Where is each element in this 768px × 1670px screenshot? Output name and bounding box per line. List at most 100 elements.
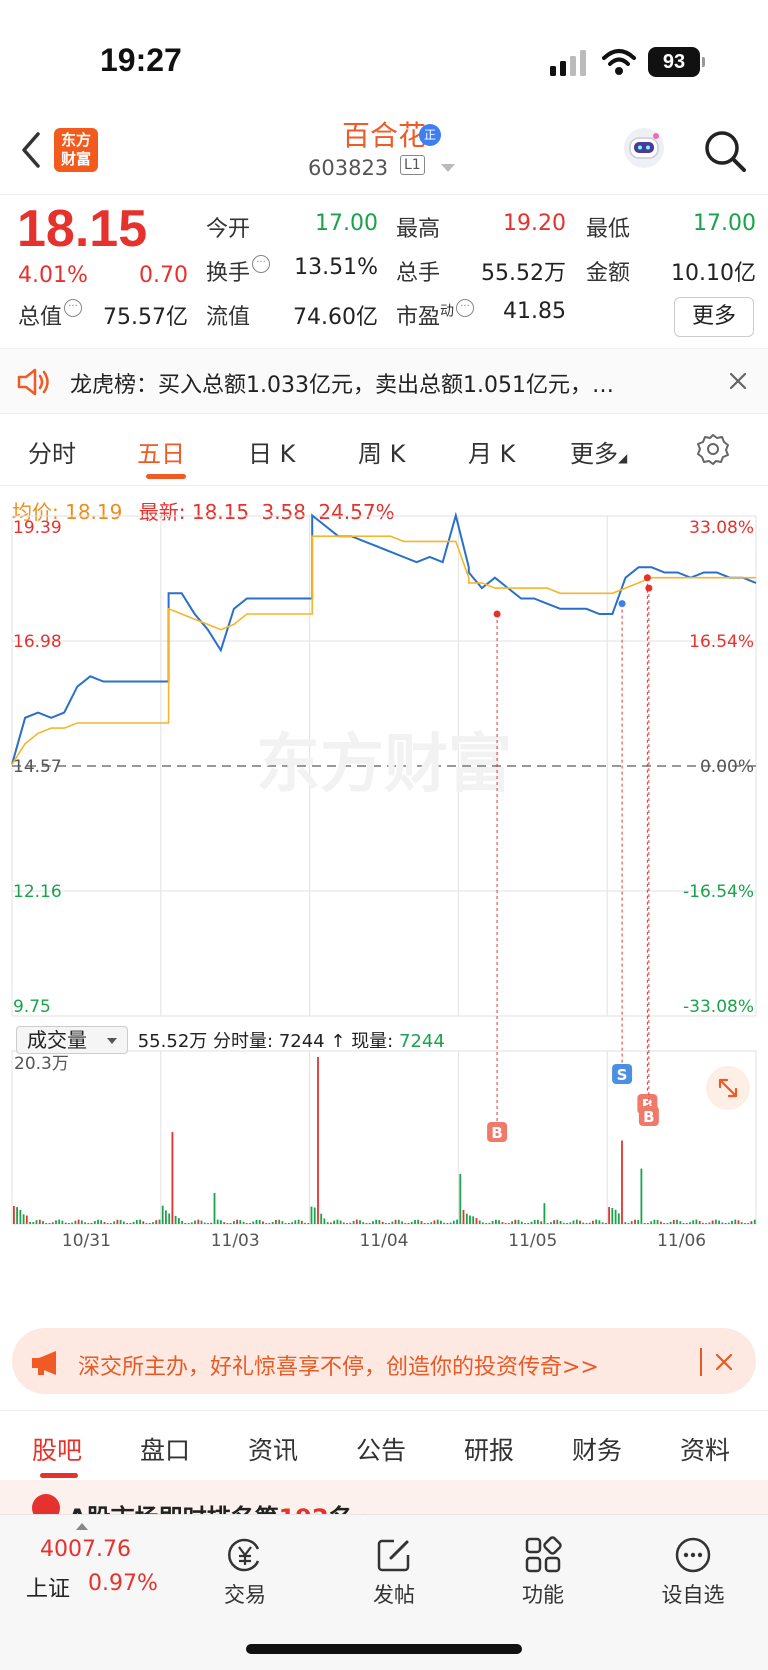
volume-bar [16, 1207, 18, 1224]
turnover-label-text: 换手 [206, 261, 251, 286]
volume-bar [68, 1223, 70, 1224]
index-value[interactable]: 4007.76 [40, 1537, 131, 1562]
tab-guba[interactable]: 股吧 [32, 1431, 82, 1467]
float-value: 74.60亿 [293, 305, 378, 330]
volume-bar [281, 1221, 284, 1224]
pe-value: 41.85 [503, 299, 566, 324]
watchlist-more-icon[interactable] [673, 1535, 713, 1575]
notice-bar[interactable]: 龙虎榜：买入总额1.033亿元，卖出总额1.051亿元，… [0, 348, 768, 414]
volume-bar [410, 1222, 413, 1224]
volume-bar [530, 1221, 533, 1224]
volume-bar [271, 1221, 274, 1224]
trade-yen-icon[interactable] [225, 1535, 265, 1575]
volume-bar [320, 1213, 323, 1224]
close-icon[interactable] [728, 371, 748, 391]
volume-bar [414, 1220, 416, 1224]
dock-functions[interactable]: 功能 [493, 1579, 593, 1609]
volume-indicator-select[interactable]: 成交量 [16, 1026, 128, 1054]
volume-bar [139, 1219, 141, 1224]
volume-bar [74, 1220, 77, 1224]
volume-bar [721, 1222, 724, 1224]
expand-button[interactable] [706, 1066, 750, 1110]
volume-bar [258, 1219, 261, 1224]
volume-bar [288, 1223, 290, 1224]
dock-trade[interactable]: 交易 [195, 1579, 295, 1609]
volume-bar [537, 1219, 539, 1224]
tab-weekly-k[interactable]: 周 K [358, 434, 405, 469]
index-name[interactable]: 上证 [26, 1571, 70, 1603]
settings-gear-icon[interactable] [696, 432, 730, 466]
pe-label-text: 市盈 [396, 305, 441, 330]
volume-bar [611, 1208, 614, 1224]
info-icon[interactable]: ··· [64, 299, 83, 317]
compose-post-icon[interactable] [374, 1535, 414, 1575]
volume-bar [148, 1223, 151, 1224]
tab-monthly-k[interactable]: 月 K [468, 434, 515, 469]
switch-caret-icon[interactable] [441, 164, 455, 172]
tab-more-caret-icon: ◢ [618, 451, 628, 465]
volume-bar [705, 1223, 707, 1224]
tab-news[interactable]: 资讯 [248, 1431, 298, 1467]
assistant-robot-icon[interactable] [620, 124, 668, 172]
last-price: 18.15 [17, 200, 148, 258]
tab-profile[interactable]: 资料 [680, 1431, 730, 1467]
volume-bar [666, 1223, 669, 1224]
functions-grid-icon[interactable] [523, 1535, 563, 1575]
volume-bar [32, 1222, 35, 1224]
tab-more[interactable]: 更多◢ [570, 434, 627, 469]
tab-research[interactable]: 研报 [464, 1431, 514, 1467]
mktcap-label: 总值 ··· [18, 299, 83, 331]
five-day-chart[interactable]: 均价: 18.19 最新: 18.15 3.58 24.57% 东方财富 19.3… [0, 486, 768, 1316]
more-button[interactable]: 更多 [674, 297, 754, 337]
tab-announcements[interactable]: 公告 [356, 1431, 406, 1467]
volume-bar [194, 1220, 196, 1224]
volume-bar [152, 1222, 154, 1224]
volume-bar [77, 1219, 80, 1224]
volume-bar [22, 1214, 25, 1224]
info-icon[interactable]: ··· [252, 255, 271, 273]
volume-bar [346, 1223, 348, 1224]
megaphone-icon [32, 1351, 56, 1375]
volume-bar [698, 1220, 701, 1224]
volume-bar [747, 1223, 750, 1224]
volume-info-bar: 成交量 55.52万 分时量: 7244 ↑ 现量: 7244 [16, 1026, 445, 1054]
volume-label: 总手 [396, 261, 441, 286]
info-icon[interactable]: ··· [456, 299, 475, 317]
y-tick-right: 16.54% [689, 632, 754, 652]
home-indicator [246, 1644, 522, 1654]
volume-bar [197, 1219, 200, 1224]
high-value: 19.20 [503, 211, 566, 236]
volume-bar [566, 1223, 568, 1224]
volume-bar [634, 1219, 636, 1224]
volume-bar [126, 1223, 128, 1224]
up-arrow: ↑ [330, 1031, 346, 1052]
change-percent: 4.01% [18, 263, 88, 288]
banner-close-icon[interactable] [714, 1352, 734, 1372]
cellular-signal-icon [550, 50, 586, 76]
promo-banner[interactable]: 深交所主办，好礼惊喜享不停，创造你的投资传奇>> [0, 1316, 768, 1410]
index-percent[interactable]: 0.97% [88, 1571, 158, 1596]
volume-bar [423, 1223, 426, 1224]
tab-pankou[interactable]: 盘口 [140, 1431, 190, 1467]
dock-post[interactable]: 发帖 [344, 1579, 444, 1609]
volume-bar [349, 1222, 352, 1224]
volume-bar [462, 1209, 465, 1224]
tab-finance[interactable]: 财务 [572, 1431, 622, 1467]
watermark: 东方财富 [256, 728, 512, 802]
volume-bar [420, 1221, 423, 1224]
volume-bar [97, 1219, 99, 1224]
volume-bar [100, 1220, 103, 1224]
volume-bar [262, 1221, 264, 1224]
volume-bar [233, 1221, 235, 1224]
dock-add-watchlist[interactable]: 设自选 [643, 1579, 743, 1609]
search-icon[interactable] [702, 128, 748, 174]
volume-bar [55, 1220, 57, 1224]
tab-five-day[interactable]: 五日 [137, 434, 185, 469]
volume-bar [200, 1220, 203, 1224]
level-badge[interactable]: L1 [400, 155, 425, 175]
battery-indicator: 93 [648, 47, 705, 77]
tab-intraday[interactable]: 分时 [28, 434, 76, 469]
tab-daily-k[interactable]: 日 K [248, 434, 295, 469]
marker-dot [643, 574, 651, 582]
turnover-label: 换手 ··· [206, 255, 271, 287]
